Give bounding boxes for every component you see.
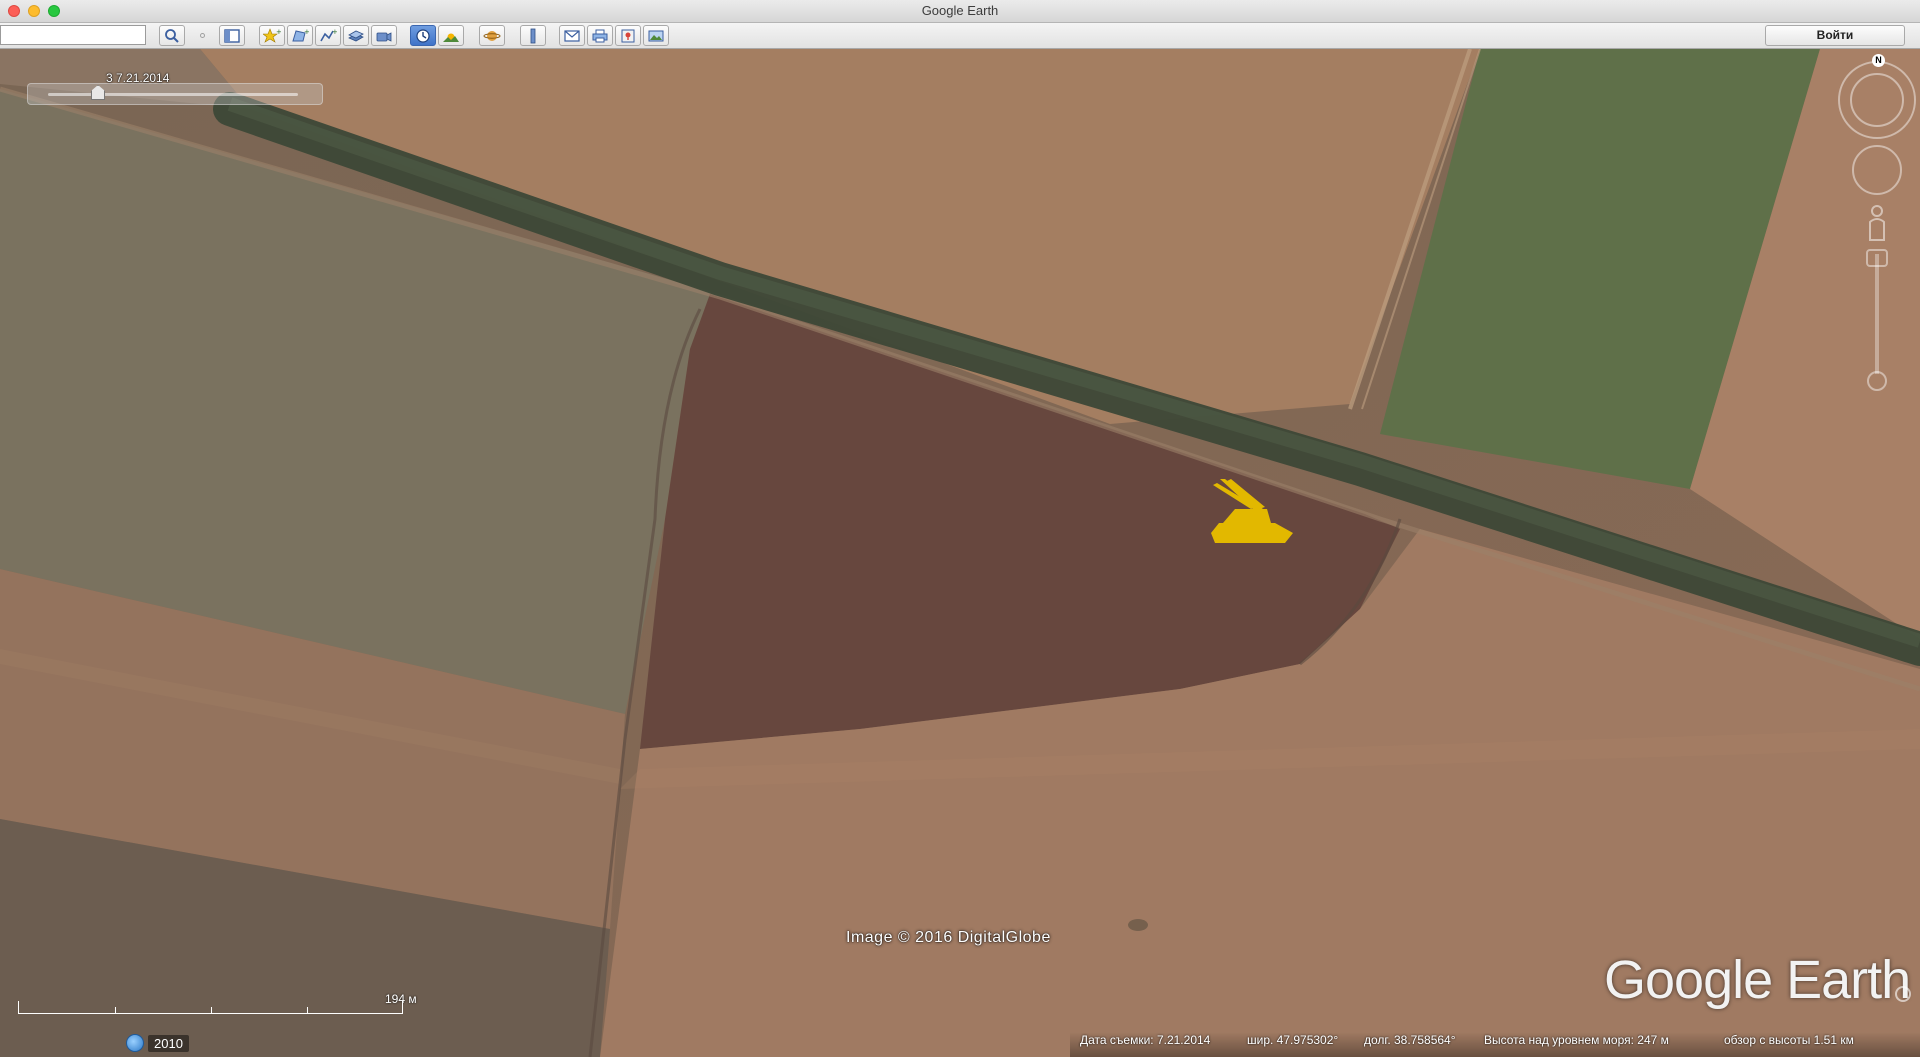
scale-tick [115,1007,116,1013]
sign-in-button[interactable]: Войти [1765,25,1905,46]
historical-imagery-badge[interactable]: 2010 [126,1034,189,1052]
globe-icon [126,1034,144,1052]
google-maps-icon [621,29,635,42]
time-slider[interactable] [27,83,323,105]
historical-imagery-button[interactable] [410,25,436,46]
compass-north-icon[interactable]: N [1872,54,1885,67]
street-view-pegman-icon[interactable] [1866,204,1888,242]
save-image-button[interactable] [643,25,669,46]
time-slider-track[interactable] [48,93,298,96]
ruler-icon [530,28,536,43]
satellite-imagery [0,49,1920,1057]
svg-text:+: + [304,28,309,36]
window-title: Google Earth [921,3,999,18]
navigation-controls: N [1836,49,1920,409]
email-button[interactable] [559,25,585,46]
image-overlay-button[interactable] [343,25,369,46]
svg-text:+: + [276,28,281,36]
longitude-readout: долг. 38.758564° [1364,1033,1456,1047]
historical-year: 2010 [148,1034,189,1052]
sunlight-icon [443,33,459,42]
title-bar: Google Earth [0,0,1920,23]
scale-tick [211,1007,212,1013]
capture-date: Дата съемки: 7.21.2014 [1080,1033,1211,1047]
email-icon [564,29,580,42]
sunlight-button[interactable] [438,25,464,46]
status-bar: Дата съемки: 7.21.2014 шир. 47.975302° д… [1070,1032,1920,1057]
record-tour-button[interactable] [371,25,397,46]
latitude-readout: шир. 47.975302° [1247,1033,1339,1047]
map-view[interactable]: 3 7.21.2014 N Image © 2016 DigitalGlobe … [0,49,1920,1057]
toolbar-separator [200,33,205,38]
historical-imagery-icon [416,28,430,43]
search-button[interactable] [159,25,185,46]
add-path-button[interactable]: + [315,25,341,46]
add-polygon-icon: + [292,28,309,41]
zoom-out-button[interactable] [1867,371,1887,391]
zoom-slider[interactable] [1875,254,1879,374]
svg-text:+: + [332,28,337,36]
record-tour-icon [376,31,392,42]
search-input[interactable] [0,25,146,45]
elevation-readout: Высота над уровнем моря: 247 м [1484,1033,1669,1047]
sidebar-icon [224,28,240,43]
search-icon [165,28,179,43]
add-polygon-button[interactable]: + [287,25,313,46]
ruler-button[interactable] [520,25,546,46]
imagery-attribution: Image © 2016 DigitalGlobe [846,929,1051,946]
toolbar: + + + Войти [0,23,1920,49]
streaming-progress-icon [1895,986,1911,1002]
add-path-icon: + [320,28,337,41]
planets-icon [483,30,501,41]
save-image-icon [648,30,664,41]
image-overlay-icon [348,30,364,41]
scale-tick [307,1007,308,1013]
toggle-sidebar-button[interactable] [219,25,245,46]
scale-bar [18,1001,403,1014]
look-joystick-inner[interactable] [1850,73,1904,127]
google-maps-button[interactable] [615,25,641,46]
add-placemark-button[interactable]: + [259,25,285,46]
planets-button[interactable] [479,25,505,46]
move-joystick[interactable] [1852,145,1902,195]
add-placemark-icon: + [263,28,281,43]
eye-altitude-readout: обзор с высоты 1.51 км [1724,1033,1854,1047]
time-slider-date-label: 3 7.21.2014 [106,71,170,85]
time-slider-thumb[interactable] [91,85,105,100]
tank-marker-icon[interactable] [1205,479,1295,549]
google-earth-logo: Google Earth [1604,950,1911,1010]
print-icon [592,29,608,42]
print-button[interactable] [587,25,613,46]
